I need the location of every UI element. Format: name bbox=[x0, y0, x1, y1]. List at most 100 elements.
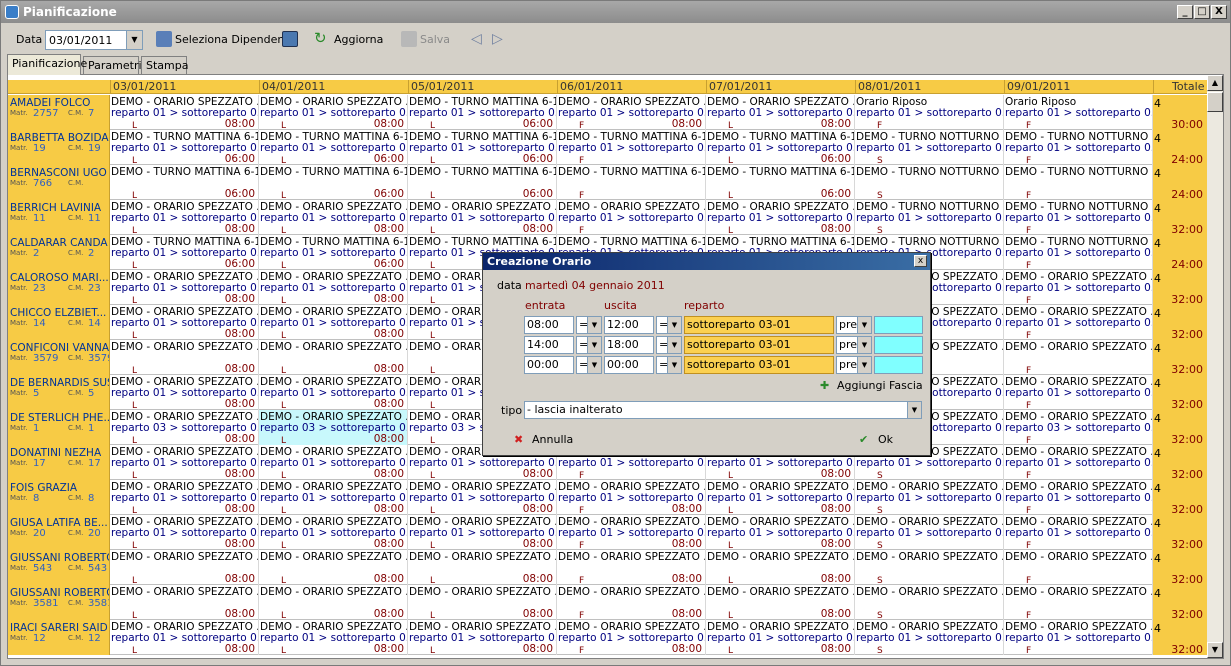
chevron-down-icon[interactable]: ▼ bbox=[857, 317, 871, 333]
shift-cell[interactable]: DEMO - TURNO NOTTURNO ... F bbox=[1004, 165, 1153, 200]
shift-cell[interactable]: DEMO - ORARIO SPEZZATO ...reparto 01 > s… bbox=[259, 200, 408, 235]
employee-cell[interactable]: GIUSSANI ROBERTOMatr.3581C.M.3581 bbox=[8, 585, 110, 620]
vertical-scrollbar[interactable]: ▲ ▼ bbox=[1207, 75, 1223, 658]
shift-cell[interactable]: DEMO - ORARIO SPEZZATO ...reparto 01 > s… bbox=[706, 95, 855, 130]
aggiungi-fascia-button[interactable]: Aggiungi Fascia bbox=[837, 379, 923, 392]
uscita-operator-select[interactable]: = ▼ bbox=[656, 356, 682, 374]
employee-cell[interactable]: CHICCO ELZBIET... Matr. 14 C.M. 14 bbox=[8, 305, 110, 340]
shift-cell[interactable]: DEMO - TURNO MATTINA 6-14reparto 01 > so… bbox=[408, 95, 557, 130]
chevron-down-icon[interactable]: ▼ bbox=[667, 357, 681, 373]
shift-cell[interactable]: DEMO - TURNO MATTINA 6-14reparto 01 > so… bbox=[259, 130, 408, 165]
shift-cell[interactable]: DEMO - ORARIO SPEZZATO ...reparto 01 > s… bbox=[259, 305, 408, 340]
shift-cell[interactable]: DEMO - TURNO NOTTURNO ...reparto 01 > so… bbox=[1004, 235, 1153, 270]
shift-cell[interactable]: DEMO - ORARIO SPEZZATO ... F bbox=[1004, 340, 1153, 375]
employee-cell[interactable]: CONFICONI VANNAMatr.3579C.M.3579 bbox=[8, 340, 110, 375]
shift-cell[interactable]: DEMO - ORARIO SPEZZATO ...reparto 01 > s… bbox=[110, 270, 259, 305]
uscita-input[interactable]: 12:00 bbox=[604, 316, 654, 334]
maximize-button[interactable]: □ bbox=[1194, 5, 1210, 19]
color-field[interactable] bbox=[874, 316, 923, 334]
shift-cell[interactable]: DEMO - ORARIO SPEZZATO ...reparto 01 > s… bbox=[259, 620, 408, 655]
salva-button[interactable]: Salva bbox=[420, 33, 450, 46]
tab-parametri[interactable]: Parametri bbox=[83, 56, 142, 74]
shift-cell[interactable]: DEMO - ORARIO SPEZZATO ...reparto 01 > s… bbox=[110, 445, 259, 480]
shift-cell[interactable]: DEMO - ORARIO SPEZZATO ... 08:00 L bbox=[706, 585, 855, 620]
shift-cell[interactable]: DEMO - ORARIO SPEZZATO ...reparto 01 > s… bbox=[1004, 305, 1153, 340]
forward-arrow-icon[interactable]: ▷ bbox=[492, 31, 508, 47]
reparto-field[interactable]: sottoreparto 03-01 bbox=[684, 316, 834, 334]
shift-cell[interactable]: DEMO - ORARIO SPEZZATO ...reparto 01 > s… bbox=[110, 200, 259, 235]
shift-cell[interactable]: DEMO - ORARIO SPEZZATO ...reparto 01 > s… bbox=[557, 95, 706, 130]
annulla-button[interactable]: Annulla bbox=[532, 431, 573, 449]
employee-cell[interactable]: DE STERLICH PHE... Matr. 1 C.M. 1 bbox=[8, 410, 110, 445]
employee-cell[interactable]: BERRICH LAVINIA Matr. 11 C.M. 11 bbox=[8, 200, 110, 235]
aggiorna-button[interactable]: Aggiorna bbox=[334, 33, 383, 46]
entrata-input[interactable]: 14:00 bbox=[524, 336, 574, 354]
shift-cell[interactable]: DEMO - ORARIO SPEZZATO ... 08:00 L bbox=[110, 585, 259, 620]
shift-cell[interactable]: DEMO - TURNO NOTTURNO ...reparto 01 > so… bbox=[855, 200, 1004, 235]
shift-cell[interactable]: DEMO - ORARIO SPEZZATO ...reparto 01 > s… bbox=[1004, 515, 1153, 550]
pre-select[interactable]: pre ▼ bbox=[836, 356, 872, 374]
shift-cell[interactable]: DEMO - ORARIO SPEZZATO ...reparto 01 > s… bbox=[110, 305, 259, 340]
shift-cell[interactable]: DEMO - TURNO NOTTURNO ...reparto 01 > so… bbox=[1004, 130, 1153, 165]
shift-cell[interactable]: DEMO - TURNO MATTINA 6-14 06:00 L bbox=[110, 165, 259, 200]
chevron-down-icon[interactable]: ▼ bbox=[857, 337, 871, 353]
scroll-up-icon[interactable]: ▲ bbox=[1207, 75, 1223, 91]
shift-cell[interactable]: DEMO - ORARIO SPEZZATO ...reparto 01 > s… bbox=[706, 620, 855, 655]
shift-cell[interactable]: DEMO - ORARIO SPEZZATO ...reparto 01 > s… bbox=[408, 200, 557, 235]
scroll-thumb[interactable] bbox=[1207, 92, 1223, 112]
employee-cell[interactable]: IRACI SARERI SAID Matr. 12 C.M. 12 bbox=[8, 620, 110, 655]
shift-cell[interactable]: DEMO - TURNO MATTINA 6-14reparto 01 > so… bbox=[259, 235, 408, 270]
minimize-button[interactable]: _ bbox=[1177, 5, 1193, 19]
shift-cell[interactable]: DEMO - ORARIO SPEZZATO ...reparto 01 > s… bbox=[855, 620, 1004, 655]
shift-cell[interactable]: DEMO - ORARIO SPEZZATO ...reparto 01 > s… bbox=[1004, 480, 1153, 515]
shift-cell[interactable]: DEMO - ORARIO SPEZZATO ...reparto 01 > s… bbox=[110, 480, 259, 515]
chevron-down-icon[interactable]: ▼ bbox=[667, 337, 681, 353]
scroll-down-icon[interactable]: ▼ bbox=[1207, 642, 1223, 658]
chevron-down-icon[interactable]: ▼ bbox=[587, 357, 601, 373]
employee-cell[interactable]: CALOROSO MARI... Matr. 23 C.M. 23 bbox=[8, 270, 110, 305]
shift-cell[interactable]: DEMO - TURNO MATTINA 6-14 06:00 L bbox=[259, 165, 408, 200]
shift-cell[interactable]: DEMO - ORARIO SPEZZATO ...reparto 01 > s… bbox=[259, 515, 408, 550]
shift-cell[interactable]: Orario Riposo reparto 01 > sottoreparto 0… bbox=[1004, 95, 1153, 130]
shift-cell[interactable]: DEMO - ORARIO SPEZZATO ...reparto 01 > s… bbox=[706, 480, 855, 515]
ok-button[interactable]: Ok bbox=[878, 431, 893, 449]
shift-cell[interactable]: DEMO - ORARIO SPEZZATO ...reparto 01 > s… bbox=[706, 515, 855, 550]
calendar-icon[interactable] bbox=[282, 31, 298, 47]
shift-cell[interactable]: DEMO - ORARIO SPEZZATO ...reparto 01 > s… bbox=[259, 480, 408, 515]
employee-cell[interactable]: CALDARAR CANDA Matr. 2 C.M. 2 bbox=[8, 235, 110, 270]
shift-cell[interactable]: DEMO - ORARIO SPEZZATO ... 08:00 L bbox=[259, 550, 408, 585]
shift-cell[interactable]: DEMO - ORARIO SPEZZATO ... 08:00 L bbox=[259, 585, 408, 620]
chevron-down-icon[interactable]: ▼ bbox=[587, 337, 601, 353]
shift-cell[interactable]: DEMO - TURNO NOTTURNO ... S bbox=[855, 165, 1004, 200]
color-field[interactable] bbox=[874, 336, 923, 354]
chevron-down-icon[interactable]: ▼ bbox=[907, 402, 921, 418]
entrata-operator-select[interactable]: = ▼ bbox=[576, 336, 602, 354]
shift-cell[interactable]: DEMO - TURNO MATTINA 6-14 06:00 L bbox=[706, 165, 855, 200]
shift-cell[interactable]: DEMO - ORARIO SPEZZATO ...reparto 01 > s… bbox=[557, 620, 706, 655]
shift-cell[interactable]: Orario Riposo reparto 01 > sottoreparto 0… bbox=[855, 95, 1004, 130]
uscita-operator-select[interactable]: = ▼ bbox=[656, 316, 682, 334]
back-arrow-icon[interactable]: ◁ bbox=[471, 31, 487, 47]
shift-cell[interactable]: DEMO - ORARIO SPEZZATO ...reparto 01 > s… bbox=[557, 200, 706, 235]
employee-cell[interactable]: AMADEI FOLCO Matr. 2757 C.M. 7 bbox=[8, 95, 110, 130]
tab-stampa[interactable]: Stampa bbox=[141, 56, 188, 74]
shift-cell[interactable]: DEMO - ORARIO SPEZZATO ...reparto 01 > s… bbox=[557, 515, 706, 550]
shift-cell[interactable]: DEMO - ORARIO SPEZZATO ...reparto 01 > s… bbox=[259, 375, 408, 410]
shift-cell[interactable]: DEMO - ORARIO SPEZZATO ...reparto 01 > s… bbox=[259, 445, 408, 480]
pre-select[interactable]: pre ▼ bbox=[836, 336, 872, 354]
entrata-operator-select[interactable]: = ▼ bbox=[576, 316, 602, 334]
shift-cell[interactable]: DEMO - ORARIO SPEZZATO ... 08:00 L bbox=[408, 550, 557, 585]
shift-cell[interactable]: DEMO - ORARIO SPEZZATO ...reparto 03 > s… bbox=[110, 410, 259, 445]
shift-cell[interactable]: DEMO - ORARIO SPEZZATO ...reparto 01 > s… bbox=[706, 200, 855, 235]
shift-cell[interactable]: DEMO - TURNO MATTINA 6-14reparto 01 > so… bbox=[110, 130, 259, 165]
shift-cell[interactable]: DEMO - ORARIO SPEZZATO ...reparto 01 > s… bbox=[1004, 375, 1153, 410]
tipo-select[interactable]: - lascia inalterato ▼ bbox=[524, 401, 922, 419]
shift-cell[interactable]: DEMO - ORARIO SPEZZATO ... 08:00 L bbox=[259, 340, 408, 375]
entrata-input[interactable]: 08:00 bbox=[524, 316, 574, 334]
shift-cell[interactable]: DEMO - ORARIO SPEZZATO ... S bbox=[855, 550, 1004, 585]
shift-cell[interactable]: DEMO - ORARIO SPEZZATO ...reparto 01 > s… bbox=[1004, 620, 1153, 655]
color-field[interactable] bbox=[874, 356, 923, 374]
employee-cell[interactable]: BERNASCONI UGO Matr. 766 C.M. bbox=[8, 165, 110, 200]
shift-cell[interactable]: DEMO - ORARIO SPEZZATO ...reparto 03 > s… bbox=[259, 410, 408, 445]
shift-cell[interactable]: DEMO - ORARIO SPEZZATO ... F bbox=[1004, 550, 1153, 585]
